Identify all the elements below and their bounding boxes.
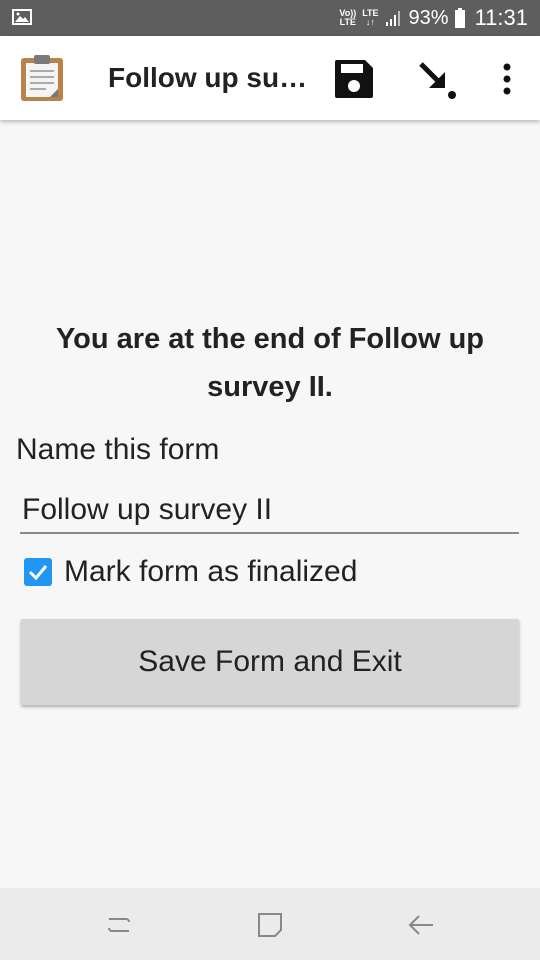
battery-icon <box>454 8 465 28</box>
form-name-input[interactable] <box>20 488 519 534</box>
recent-apps-icon[interactable] <box>104 910 134 940</box>
navigation-bar <box>0 888 540 960</box>
app-bar: Follow up su… <box>0 36 540 120</box>
finalize-row[interactable]: Mark form as finalized <box>24 554 357 590</box>
status-bar: Vo)) LTE LTE ↓↑ 93% 11:31 <box>0 0 540 36</box>
form-end-screen: You are at the end of Follow up survey I… <box>0 120 540 888</box>
home-icon[interactable] <box>255 910 285 940</box>
finalize-label: Mark form as finalized <box>64 555 358 588</box>
gallery-icon <box>12 9 32 25</box>
save-form-and-exit-button[interactable]: Save Form and Exit <box>21 619 519 705</box>
app-title: Follow up su… <box>108 62 308 93</box>
checkmark-icon <box>28 565 48 581</box>
status-time: 11:31 <box>474 5 528 30</box>
end-of-form-heading: You are at the end of Follow up survey I… <box>55 323 485 403</box>
signal-icon <box>385 11 400 26</box>
battery-percent: 93% <box>408 6 449 29</box>
volte-indicator: Vo)) LTE <box>339 8 357 27</box>
finalize-checkbox[interactable] <box>24 558 52 586</box>
clipboard-icon <box>21 55 63 101</box>
back-icon[interactable] <box>406 910 436 940</box>
overflow-menu-icon[interactable] <box>495 60 519 98</box>
save-icon[interactable] <box>333 58 375 100</box>
go-to-icon[interactable] <box>415 58 459 102</box>
name-form-label: Name this form <box>16 433 220 466</box>
lte-indicator: LTE ↓↑ <box>362 8 379 27</box>
